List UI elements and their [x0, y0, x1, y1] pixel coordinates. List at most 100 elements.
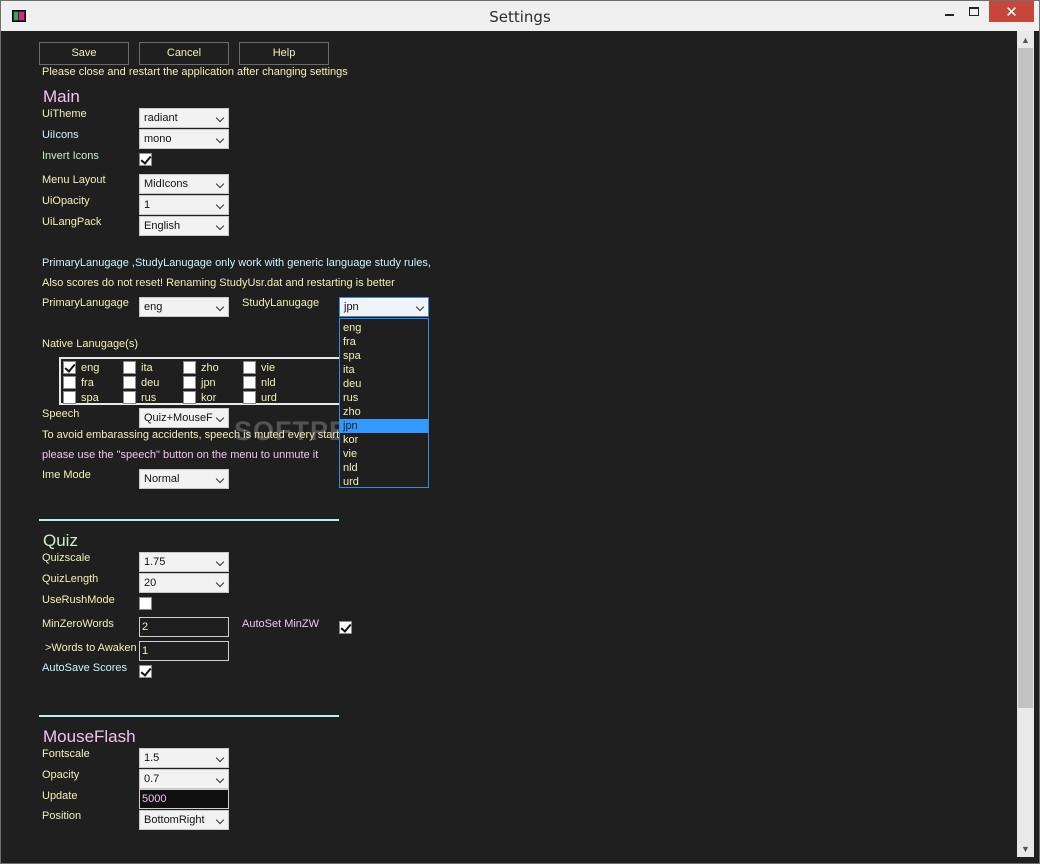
- language-warning-1: PrimaryLanugage ,StudyLanugage only work…: [42, 257, 431, 269]
- autoset-minzw-label: AutoSet MinZW: [242, 618, 320, 630]
- opacity-label: Opacity: [42, 769, 80, 781]
- primary-language-label: PrimaryLanugage: [42, 297, 129, 309]
- native-deu-label: deu: [141, 377, 160, 389]
- fontscale-select[interactable]: 1.5: [139, 748, 229, 768]
- chevron-down-icon: [215, 474, 225, 484]
- use-rush-mode-checkbox[interactable]: [139, 597, 152, 610]
- settings-window: Settings ✕ Save Cancel Help Please close…: [0, 0, 1040, 864]
- native-fra-checkbox[interactable]: [63, 376, 76, 389]
- native-nld-checkbox[interactable]: [243, 376, 256, 389]
- fontscale-value: 1.5: [144, 752, 160, 764]
- dropdown-option[interactable]: rus: [340, 391, 428, 405]
- native-jpn-label: jpn: [201, 377, 216, 389]
- speech-value: Quiz+MouseF: [144, 412, 213, 424]
- native-urd-label: urd: [261, 392, 277, 404]
- opacity-value: 0.7: [144, 773, 160, 785]
- native-deu-checkbox[interactable]: [123, 376, 136, 389]
- min-zero-words-input[interactable]: 2: [139, 617, 229, 637]
- invert-icons-checkbox[interactable]: [139, 153, 152, 166]
- close-button[interactable]: ✕: [989, 1, 1034, 22]
- primary-language-select[interactable]: eng: [139, 297, 229, 317]
- cancel-button[interactable]: Cancel: [139, 42, 229, 65]
- dropdown-option[interactable]: deu: [340, 377, 428, 391]
- native-zho-label: zho: [201, 362, 219, 374]
- uitheme-label: UiTheme: [42, 108, 87, 120]
- scroll-down-icon[interactable]: ▼: [1017, 840, 1034, 857]
- position-value: BottomRight: [144, 814, 205, 826]
- native-urd-checkbox[interactable]: [243, 391, 256, 404]
- dropdown-option-selected[interactable]: jpn: [340, 419, 428, 433]
- maximize-button[interactable]: [959, 1, 989, 22]
- autosave-scores-label: AutoSave Scores: [42, 662, 127, 674]
- quizlength-select[interactable]: 20: [139, 573, 229, 593]
- native-zho-checkbox[interactable]: [183, 361, 196, 374]
- chevron-down-icon: [215, 774, 225, 784]
- study-language-select[interactable]: jpn: [339, 297, 429, 317]
- use-rush-mode-label: UseRushMode: [42, 594, 115, 606]
- scroll-up-icon[interactable]: ▲: [1017, 31, 1034, 48]
- native-vie-checkbox[interactable]: [243, 361, 256, 374]
- native-spa-checkbox[interactable]: [63, 391, 76, 404]
- native-ita-checkbox[interactable]: [123, 361, 136, 374]
- close-icon: ✕: [1005, 3, 1018, 21]
- help-button[interactable]: Help: [239, 42, 329, 65]
- uiicons-label: UiIcons: [42, 129, 79, 141]
- native-jpn-checkbox[interactable]: [183, 376, 196, 389]
- words-to-awaken-input[interactable]: 1: [139, 641, 229, 661]
- study-language-value: jpn: [344, 301, 359, 313]
- native-kor-checkbox[interactable]: [183, 391, 196, 404]
- autoset-minzw-checkbox[interactable]: [339, 621, 352, 634]
- dropdown-option[interactable]: spa: [340, 349, 428, 363]
- update-input[interactable]: 5000: [139, 789, 229, 809]
- settings-content: Save Cancel Help Please close and restar…: [9, 31, 1017, 857]
- native-rus-checkbox[interactable]: [123, 391, 136, 404]
- ime-mode-select[interactable]: Normal: [139, 469, 229, 489]
- save-button[interactable]: Save: [39, 42, 129, 65]
- dropdown-option[interactable]: nld: [340, 461, 428, 475]
- native-eng-checkbox[interactable]: [63, 361, 76, 374]
- uitheme-value: radiant: [144, 112, 178, 124]
- menu-layout-select[interactable]: MidIcons: [139, 174, 229, 194]
- study-language-dropdown[interactable]: eng fra spa ita deu rus zho jpn kor vie …: [339, 318, 429, 488]
- quizlength-value: 20: [144, 577, 157, 589]
- invert-icons-label: Invert Icons: [42, 150, 99, 162]
- quizscale-value: 1.75: [144, 556, 166, 568]
- dropdown-option[interactable]: ita: [340, 363, 428, 377]
- position-label: Position: [42, 810, 82, 822]
- opacity-select[interactable]: 0.7: [139, 769, 229, 789]
- quizlength-label: QuizLength: [42, 573, 99, 585]
- uitheme-select[interactable]: radiant: [139, 108, 229, 128]
- dropdown-option[interactable]: zho: [340, 405, 428, 419]
- dropdown-option[interactable]: eng: [340, 321, 428, 335]
- dropdown-option[interactable]: fra: [340, 335, 428, 349]
- dropdown-option[interactable]: kor: [340, 433, 428, 447]
- dropdown-option[interactable]: vie: [340, 447, 428, 461]
- min-zero-words-label: MinZeroWords: [42, 618, 114, 630]
- native-nld-label: nld: [261, 377, 276, 389]
- speech-label: Speech: [42, 408, 80, 420]
- menu-layout-value: MidIcons: [144, 178, 189, 190]
- window-title: Settings: [489, 8, 551, 26]
- maximize-icon: [969, 7, 979, 16]
- scrollbar-thumb[interactable]: [1018, 48, 1033, 708]
- native-rus-label: rus: [141, 392, 157, 404]
- native-languages-label: Native Lanugage(s): [42, 338, 139, 350]
- main-heading: Main: [43, 87, 80, 106]
- position-select[interactable]: BottomRight: [139, 810, 229, 830]
- speech-note-2: please use the "speech" button on the me…: [42, 449, 319, 461]
- uiopacity-label: UiOpacity: [42, 195, 90, 207]
- autosave-scores-checkbox[interactable]: [139, 665, 152, 678]
- dropdown-option[interactable]: urd: [340, 475, 428, 489]
- quizscale-select[interactable]: 1.75: [139, 552, 229, 572]
- uilangpack-label: UiLangPack: [42, 216, 102, 228]
- speech-select[interactable]: Quiz+MouseF: [139, 408, 229, 428]
- uiicons-select[interactable]: mono: [139, 129, 229, 149]
- vertical-scrollbar[interactable]: ▲ ▼: [1017, 31, 1034, 857]
- native-spa-label: spa: [81, 392, 99, 404]
- native-fra-label: fra: [81, 377, 94, 389]
- chevron-down-icon: [215, 179, 225, 189]
- ime-mode-value: Normal: [144, 473, 180, 485]
- language-warning-2: Also scores do not reset! Renaming Study…: [42, 277, 395, 289]
- uiopacity-select[interactable]: 1: [139, 195, 229, 215]
- uilangpack-select[interactable]: English: [139, 216, 229, 236]
